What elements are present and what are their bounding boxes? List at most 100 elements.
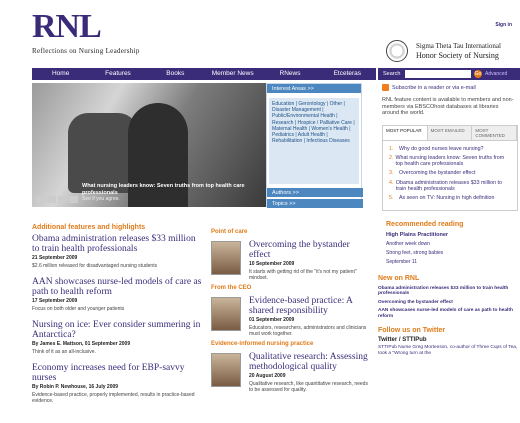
hero-caption-sub: See if you agree. (82, 196, 120, 202)
author-photo (211, 241, 241, 275)
column-desc: Educators, researchers, administrators a… (249, 325, 367, 337)
feature-date: 21 September 2009 (32, 255, 78, 261)
search-input[interactable] (405, 70, 471, 78)
author-photo (211, 353, 241, 387)
feature-title[interactable]: AAN showcases nurse-led models of care a… (32, 277, 202, 297)
interest-areas-header[interactable]: Interest Areas >> (267, 84, 361, 93)
nav-home[interactable]: Home (32, 68, 89, 80)
slide-dot[interactable] (58, 196, 67, 203)
recommended-link[interactable]: Strong feet, strong babies (386, 250, 520, 256)
column-heading[interactable]: From the CEO (211, 285, 371, 291)
feature-desc: $2.6 million released for disadvantaged … (32, 263, 158, 269)
twitter-heading: Follow us on Twitter (378, 327, 446, 335)
org-name-line2: Honor Society of Nursing (416, 51, 499, 60)
recommended-link[interactable]: September 11 (386, 259, 520, 265)
feature-date: By James E. Mattson, 01 September 2009 (32, 341, 131, 347)
author-photo (211, 297, 241, 331)
page: RNL Reflections on Nursing Leadership Si… (0, 0, 520, 423)
list-item[interactable]: 2. What nursing leaders know: Seven truth… (389, 155, 511, 168)
sign-in-link[interactable]: Sign in (495, 22, 512, 28)
nav-etceteras[interactable]: Etceteras (319, 68, 376, 80)
nav-features[interactable]: Features (89, 68, 146, 80)
list-item[interactable]: 4. Obama administration releases $33 mill… (389, 180, 511, 193)
search-go-button[interactable]: Go (474, 70, 482, 78)
feature-item: Economy increases need for EBP-savvy nur… (32, 363, 202, 404)
org-name-line1: Sigma Theta Tau International (416, 42, 501, 50)
slide-dot[interactable] (36, 196, 45, 203)
recommended-title[interactable]: High Plains Practitioner (386, 232, 520, 238)
nav-rnews[interactable]: RNews (261, 68, 318, 80)
column-text: Qualitative research: Assessing methodol… (249, 352, 373, 393)
advanced-search-link[interactable]: Advanced (485, 71, 507, 77)
rss-subscribe[interactable]: Subscribe in a reader or via e-mail (382, 84, 520, 91)
slide-dot[interactable] (47, 196, 56, 203)
feature-desc: Think of it as an all-inclusive. (32, 349, 96, 355)
tweet-text[interactable]: STTIPub Nurse Greg Mortenson, co-author … (378, 345, 520, 356)
column-title[interactable]: Evidence-based practice: A shared respon… (249, 296, 373, 316)
list-item[interactable]: 3. Overcoming the bystander effect (389, 170, 511, 176)
site-header: RNL Reflections on Nursing Leadership Si… (0, 0, 520, 68)
popular-list: 1. Why do good nurses leave nursing? 2. Wh… (383, 141, 517, 210)
availability-note: RNL feature content is available to memb… (382, 97, 514, 116)
new-item[interactable]: Overcoming the bystander effect (378, 300, 520, 306)
popular-box: MOST POPULAR MOST EMAILED MOST COMMENTED… (382, 124, 518, 211)
recommended-heading: Recommended reading (386, 220, 464, 228)
popular-tabs: MOST POPULAR MOST EMAILED MOST COMMENTED (383, 125, 518, 141)
interest-areas-panel: Interest Areas >> Education | Gerontolog… (266, 83, 363, 208)
feature-item: AAN showcases nurse-led models of care a… (32, 277, 202, 312)
column-heading[interactable]: Point of care (211, 229, 371, 235)
feature-title[interactable]: Nursing on ice: Ever consider summering … (32, 320, 202, 340)
column-text: Evidence-based practice: A shared respon… (249, 296, 373, 337)
column-item: Evidence-informed nursing practice Quali… (211, 341, 371, 397)
list-item[interactable]: 1. Why do good nurses leave nursing? (389, 146, 511, 152)
column-item: Point of care Overcoming the bystander e… (211, 229, 371, 285)
column-date: 10 September 2009 (249, 261, 295, 267)
rss-icon (382, 84, 389, 91)
hero-caption[interactable]: What nursing leaders know: Seven truths … (82, 183, 262, 196)
slide-dot[interactable] (69, 196, 78, 203)
feature-title[interactable]: Economy increases need for EBP-savvy nur… (32, 363, 202, 383)
twitter-user[interactable]: Twitter / STTIPub (378, 337, 520, 343)
list-item[interactable]: 5. As seen on TV: Nursing in high definit… (389, 195, 511, 201)
logo-tagline: Reflections on Nursing Leadership (32, 47, 140, 55)
hero-feature[interactable]: What nursing leaders know: Seven truths … (32, 83, 266, 207)
column-title[interactable]: Qualitative research: Assessing methodol… (249, 352, 373, 372)
slideshow-pager (36, 196, 78, 203)
column-desc: Qualitative research, like quantitative … (249, 381, 368, 393)
feature-title[interactable]: Obama administration releases $33 millio… (32, 234, 202, 254)
feature-desc: Focus on both older and younger patients (32, 306, 125, 312)
column-date: 01 September 2009 (249, 317, 295, 323)
topics-header[interactable]: Topics >> (267, 199, 363, 208)
features-column: Additional features and highlights Obama… (32, 224, 202, 412)
feature-desc: Evidence-based practice, properly implem… (32, 392, 195, 404)
new-item[interactable]: AAN showcases nurse-led models of care a… (378, 308, 520, 319)
authors-header[interactable]: Authors >> (267, 188, 363, 197)
search-bar: Search Go Advanced (378, 68, 520, 80)
sidebar: Subscribe in a reader or via e-mail RNL … (378, 84, 520, 356)
main-nav: Home Features Books Member News RNews Et… (32, 68, 376, 80)
society-seal-icon (386, 40, 408, 62)
search-label: Search (383, 71, 401, 77)
tab-most-popular[interactable]: MOST POPULAR (383, 125, 428, 140)
nav-books[interactable]: Books (147, 68, 204, 80)
column-title[interactable]: Overcoming the bystander effect (249, 240, 373, 260)
new-item[interactable]: Obama administration releases $33 millio… (378, 286, 520, 297)
new-on-rnl-heading: New on RNL (378, 274, 420, 282)
feature-item: Obama administration releases $33 millio… (32, 234, 202, 269)
logo[interactable]: RNL (32, 10, 102, 44)
feature-item: Nursing on ice: Ever consider summering … (32, 320, 202, 355)
column-text: Overcoming the bystander effect 10 Septe… (249, 240, 373, 281)
feature-date: By Robin P. Newhouse, 16 July 2009 (32, 384, 119, 390)
tab-most-emailed[interactable]: MOST EMAILED (427, 125, 473, 140)
column-date: 20 August 2009 (249, 373, 286, 379)
recommended-link[interactable]: Another week down (386, 241, 520, 247)
nav-member-news[interactable]: Member News (204, 68, 261, 80)
column-heading[interactable]: Evidence-informed nursing practice (211, 341, 371, 347)
rss-label[interactable]: Subscribe in a reader or via e-mail (392, 85, 476, 91)
features-heading: Additional features and highlights (32, 224, 146, 231)
feature-date: 17 September 2009 (32, 298, 78, 304)
tab-most-commented[interactable]: MOST COMMENTED (472, 125, 518, 140)
columns-column: Point of care Overcoming the bystander e… (211, 229, 371, 397)
interest-areas-list[interactable]: Education | Gerontology | Other | Disast… (269, 98, 359, 184)
column-item: From the CEO Evidence-based practice: A … (211, 285, 371, 341)
